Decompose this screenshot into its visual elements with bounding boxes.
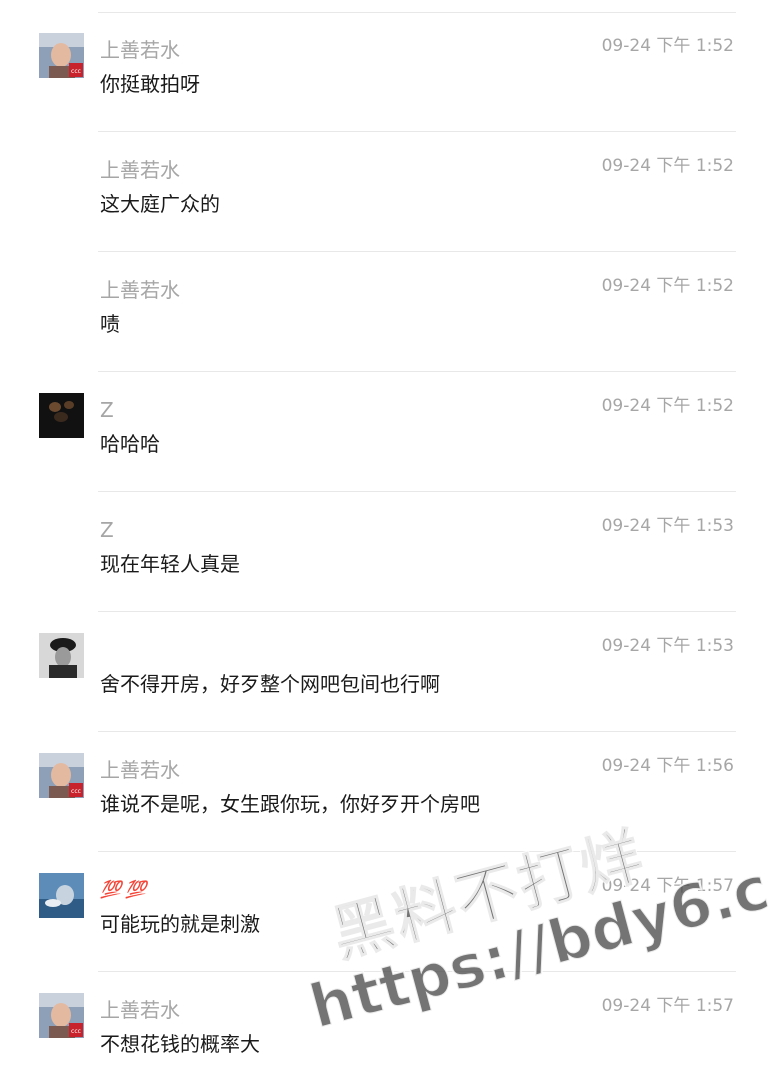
svg-text:ccc: ccc [71,68,81,75]
timestamp: 09-24 下午 1:53 [601,636,734,656]
avatar-d-image [39,873,84,918]
sender-name: 💯 💯 [100,880,146,900]
avatar-b-image [39,393,84,438]
timestamp: 09-24 下午 1:52 [601,36,734,56]
timestamp: 09-24 下午 1:52 [601,276,734,296]
timestamp: 09-24 下午 1:52 [601,156,734,176]
message-text: 这大庭广众的 [100,192,220,216]
message-item[interactable]: Z 09-24 下午 1:53 现在年轻人真是 [0,492,769,612]
sender-name: 上善若水 [100,278,180,302]
avatar-a-image: ccc [39,33,84,78]
message-item[interactable]: 💯 💯 09-24 下午 1:57 可能玩的就是刺激 [0,852,769,972]
message-item[interactable]: 上善若水 09-24 下午 1:52 啧 [0,252,769,372]
message-item[interactable]: 09-24 下午 1:53 舍不得开房，好歹整个网吧包间也行啊 [0,612,769,732]
svg-text:ccc: ccc [71,788,81,795]
message-text: 不想花钱的概率大 [100,1032,260,1056]
chat-history: ccc 上善若水 09-24 下午 1:52 你挺敢拍呀 上善若水 09-24 … [0,0,769,1069]
avatar[interactable]: ccc [39,993,84,1038]
svg-text:ccc: ccc [71,1028,81,1035]
timestamp: 09-24 下午 1:57 [601,996,734,1016]
avatar[interactable] [39,633,84,678]
message-item[interactable]: Z 09-24 下午 1:52 哈哈哈 [0,372,769,492]
avatar[interactable]: ccc [39,33,84,78]
message-item[interactable]: 上善若水 09-24 下午 1:52 这大庭广众的 [0,132,769,252]
message-text: 哈哈哈 [100,432,160,456]
avatar[interactable]: ccc [39,753,84,798]
timestamp: 09-24 下午 1:52 [601,396,734,416]
avatar-c-image [39,633,84,678]
message-text: 谁说不是呢，女生跟你玩，你好歹开个房吧 [100,792,480,816]
sender-name: Z [100,398,114,422]
message-text: 可能玩的就是刺激 [100,912,260,936]
sender-name: 上善若水 [100,38,180,62]
avatar[interactable] [39,873,84,918]
message-item[interactable]: ccc 上善若水 09-24 下午 1:52 你挺敢拍呀 [0,12,769,132]
sender-name: 上善若水 [100,158,180,182]
message-text: 舍不得开房，好歹整个网吧包间也行啊 [100,672,440,696]
timestamp: 09-24 下午 1:53 [601,516,734,536]
message-text: 你挺敢拍呀 [100,72,200,96]
sender-name: 上善若水 [100,998,180,1022]
message-item[interactable]: ccc 上善若水 09-24 下午 1:56 谁说不是呢，女生跟你玩，你好歹开个… [0,732,769,852]
avatar-a-image: ccc [39,753,84,798]
sender-name: 上善若水 [100,758,180,782]
message-text: 现在年轻人真是 [100,552,240,576]
message-item[interactable]: ccc 上善若水 09-24 下午 1:57 不想花钱的概率大 [0,972,769,1092]
avatar[interactable] [39,393,84,438]
timestamp: 09-24 下午 1:57 [601,876,734,896]
message-text: 啧 [100,312,120,336]
timestamp: 09-24 下午 1:56 [601,756,734,776]
sender-name: Z [100,518,114,542]
avatar-a-image: ccc [39,993,84,1038]
